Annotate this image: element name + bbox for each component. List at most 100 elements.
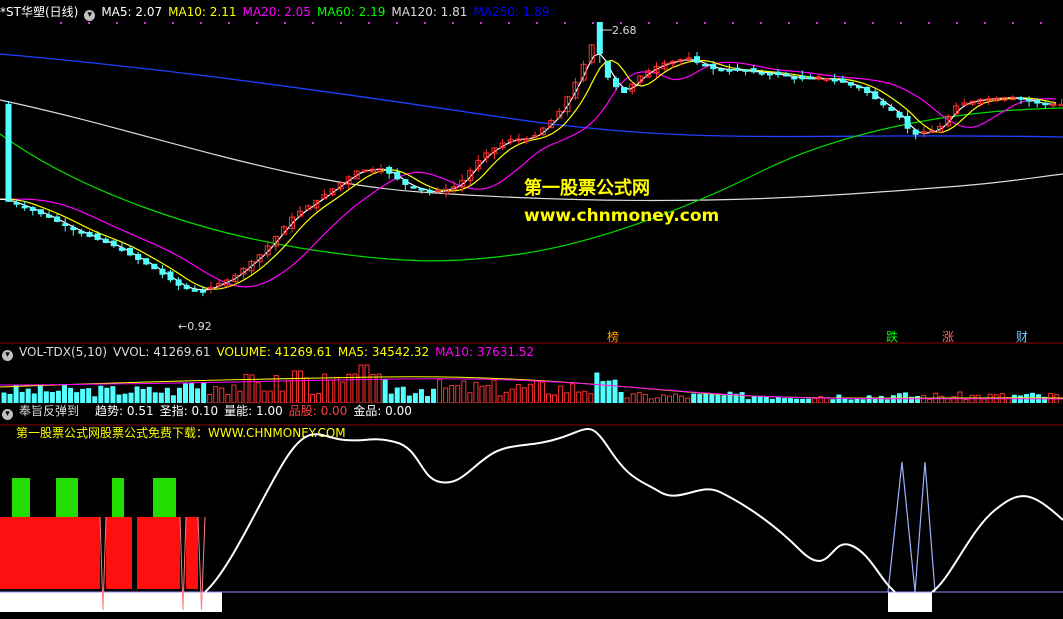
candle-body — [410, 186, 417, 189]
candle-body — [151, 263, 158, 270]
candle-body — [864, 86, 871, 94]
candle-body — [191, 289, 198, 292]
grid-dot — [676, 22, 678, 24]
signal-red-block — [0, 517, 100, 589]
candle-body — [102, 238, 109, 243]
candle-body — [135, 253, 142, 260]
candle-body — [46, 214, 52, 218]
volume-bar — [709, 394, 715, 403]
candle-body — [718, 68, 725, 72]
volume-bar — [243, 373, 249, 403]
volume-bar — [443, 387, 449, 403]
volume-bar — [273, 375, 279, 403]
volume-bar — [364, 364, 370, 403]
volume-bar — [74, 392, 80, 403]
indicator-value: MA20: 2.05 — [242, 5, 311, 19]
volume-bar — [1017, 395, 1023, 403]
volume-bar — [594, 372, 600, 403]
signal-title: 奉旨反弹到 — [19, 404, 80, 418]
volume-chart[interactable] — [0, 361, 1063, 403]
indicator-value: 趋势: 0.51 — [95, 404, 154, 418]
candle-body — [167, 271, 174, 281]
grid-dot — [228, 22, 230, 24]
volume-bar — [213, 386, 219, 403]
candle-body — [394, 171, 401, 180]
main-panel-header: *ST华塑(日线) ▾ MA5: 2.07 MA10: 2.11 MA20: 2.05 M… — [0, 4, 1063, 21]
volume-bar — [201, 382, 207, 403]
candle-body — [604, 61, 611, 78]
volume-bar — [890, 395, 896, 403]
signal-white-strip — [0, 592, 222, 612]
grid-dot — [284, 22, 286, 24]
candle-body — [872, 91, 879, 100]
event-label-bang[interactable]: 榜 — [607, 328, 619, 345]
signal-indicator-list: 趋势: 0.51 圣指: 0.10 量能: 1.00 品股: 0.00 金品: 0.00 — [95, 404, 418, 418]
grid-dot — [340, 22, 342, 24]
grid-dot — [648, 22, 650, 24]
grid-dot — [1040, 22, 1042, 24]
volume-bar — [606, 380, 612, 403]
indicator-value: MA10: 37631.52 — [435, 345, 535, 359]
grid-dot — [928, 22, 930, 24]
volume-bar — [576, 391, 582, 403]
grid-dot — [424, 22, 426, 24]
event-label-die[interactable]: 跌 — [886, 328, 898, 345]
volume-bar — [1, 392, 7, 403]
candle-body — [621, 87, 628, 93]
candle-body — [1042, 102, 1049, 106]
volume-bar — [19, 391, 25, 403]
volume-bar — [207, 393, 213, 403]
grid-dot — [256, 22, 258, 24]
volume-bar — [866, 395, 872, 403]
candle-body — [386, 166, 393, 174]
volume-bar — [467, 392, 473, 403]
volume-bar — [552, 394, 558, 403]
candle-body — [21, 205, 28, 209]
grid-dot — [116, 22, 118, 24]
chevron-down-icon[interactable]: ▾ — [84, 10, 96, 21]
volume-bar — [68, 387, 74, 403]
chevron-down-icon[interactable]: ▾ — [2, 350, 13, 361]
grid-dot — [760, 22, 762, 24]
candle-body — [896, 112, 903, 118]
volume-bar — [667, 395, 672, 403]
volume-bar — [697, 394, 703, 403]
grid-dot — [536, 22, 538, 24]
volume-bar — [558, 385, 564, 403]
signal-red-block — [186, 517, 198, 589]
volume-bar — [55, 390, 61, 403]
candle-body — [118, 247, 125, 251]
candle-body — [5, 103, 12, 202]
grid-dot — [200, 22, 202, 24]
event-label-zhang[interactable]: 涨 — [942, 328, 954, 345]
volume-bar — [546, 393, 551, 403]
indicator-value: MA250: 1.89 — [473, 5, 550, 19]
volume-panel-header: ▾ VOL-TDX(5,10) VVOL: 41269.61 VOLUME: 4126… — [0, 344, 1063, 361]
event-label-cai[interactable]: 财 — [1016, 328, 1028, 345]
grid-dot — [704, 22, 706, 24]
signal-chart[interactable] — [0, 420, 1063, 615]
grid-dot — [396, 22, 398, 24]
indicator-value: MA5: 34542.32 — [337, 345, 430, 359]
volume-bar — [630, 393, 636, 403]
volume-bar — [152, 392, 158, 403]
indicator-value: VVOL: 41269.61 — [113, 345, 211, 359]
volume-bar — [322, 373, 328, 403]
volume-bar — [158, 392, 164, 403]
volume-bar — [146, 386, 152, 403]
candle-body — [888, 106, 895, 111]
volume-bar — [104, 387, 110, 403]
volume-bar — [461, 380, 467, 403]
volume-bar — [388, 393, 394, 403]
volume-bar — [739, 392, 745, 403]
candle-body — [839, 78, 846, 83]
volume-bar — [382, 379, 388, 403]
volume-bar — [291, 370, 297, 403]
watermark-title: 第一股票公式网 — [524, 178, 650, 199]
signal-panel-header: ▾ 奉旨反弹到 趋势: 0.51 圣指: 0.10 量能: 1.00 品股: 0.00 金品… — [0, 403, 1063, 420]
candle-body — [426, 189, 433, 193]
chevron-down-icon[interactable]: ▾ — [2, 409, 13, 420]
volume-bar — [939, 395, 945, 403]
volume-bar — [13, 385, 19, 403]
indicator-value: MA60: 2.19 — [316, 5, 386, 19]
